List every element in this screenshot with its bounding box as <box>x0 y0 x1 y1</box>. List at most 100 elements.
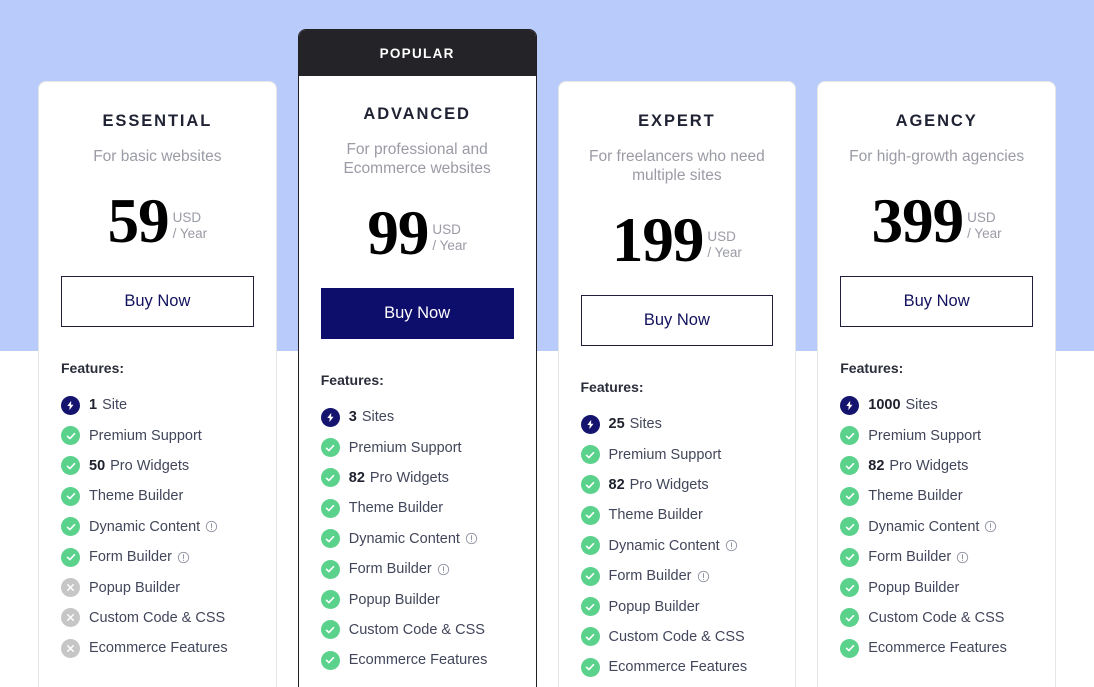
feature-label: Site <box>102 397 128 414</box>
check-circle-icon <box>320 559 340 579</box>
check-circle-icon <box>840 638 860 658</box>
plan-body: AGENCY For high-growth agencies 399 USD / Ye… <box>818 82 1055 672</box>
check-circle-icon <box>61 547 80 567</box>
feature-label: Popup Builder <box>868 579 960 596</box>
cross-circle-icon <box>61 608 80 628</box>
bolt-icon <box>61 395 80 415</box>
check-circle-icon <box>320 438 340 458</box>
price-amount: 99 <box>367 198 429 268</box>
features-list: 25 Sites Premium Support 82 Pro Widgets Theme… <box>580 409 774 687</box>
feature-item: Custom Code & CSS <box>580 622 774 652</box>
feature-text: 50 Pro Widgets <box>89 458 189 474</box>
info-icon[interactable] <box>956 551 969 564</box>
feature-item: Custom Code & CSS <box>840 603 1033 633</box>
plan-body: EXPERT For freelancers who need multiple … <box>559 82 796 687</box>
feature-text: Form Builder <box>868 549 969 565</box>
feature-label: Sites <box>629 416 662 433</box>
feature-item: 1 Site <box>61 390 254 420</box>
buy-now-button[interactable]: Buy Now <box>840 276 1033 327</box>
price-currency: USD <box>432 222 461 237</box>
price-meta: USD / Year <box>173 210 208 242</box>
info-icon[interactable] <box>205 520 218 533</box>
buy-now-button[interactable]: Buy Now <box>320 288 514 339</box>
plan-description: For high-growth agencies <box>849 148 1025 165</box>
feature-label: Premium Support <box>89 427 202 444</box>
info-icon[interactable] <box>725 539 738 552</box>
bolt-icon <box>840 395 860 415</box>
feature-text: Premium Support <box>868 428 981 444</box>
check-circle-icon <box>61 426 80 446</box>
bolt-icon <box>580 414 600 434</box>
plan-price: 59 USD / Year <box>61 190 254 254</box>
feature-label: Pro Widgets <box>369 469 449 486</box>
features-heading: Features: <box>840 360 904 376</box>
plan-description: For freelancers who need multiple sites <box>588 148 765 184</box>
feature-item: 50 Pro Widgets <box>61 451 254 481</box>
check-circle-icon <box>840 456 860 476</box>
feature-label: Ecommerce Features <box>868 640 1007 657</box>
price-amount: 399 <box>871 186 964 256</box>
feature-text: Popup Builder <box>609 599 700 615</box>
feature-item: 1000 Sites <box>840 390 1033 420</box>
plan-name: ESSENTIAL <box>102 112 213 130</box>
info-icon[interactable] <box>697 570 710 583</box>
feature-item: 3 Sites <box>320 402 514 432</box>
feature-text: Popup Builder <box>349 592 440 608</box>
price-period: / Year <box>432 238 467 253</box>
check-circle-icon <box>61 486 80 506</box>
feature-text: Premium Support <box>349 440 462 456</box>
feature-label: Form Builder <box>868 549 952 566</box>
feature-label: Theme Builder <box>89 488 184 505</box>
plan-price: 99 USD / Year <box>321 198 514 268</box>
feature-label: Dynamic Content <box>868 518 980 535</box>
feature-value: 25 <box>608 416 625 433</box>
feature-text: Dynamic Content <box>868 519 997 535</box>
feature-item: Custom Code & CSS <box>61 603 254 633</box>
feature-text: 1000 Sites <box>868 397 938 413</box>
feature-text: Form Builder <box>89 549 190 565</box>
price-meta: USD / Year <box>707 229 742 261</box>
check-circle-icon <box>580 597 600 617</box>
plan-description: For professional and Ecommerce websites <box>343 141 491 177</box>
features-list: 1 Site Premium Support 50 Pro Widgets Theme B… <box>61 390 254 672</box>
feature-text: 82 Pro Widgets <box>349 470 449 486</box>
feature-label: Premium Support <box>348 439 462 456</box>
plan-card-expert: EXPERT For freelancers who need multiple … <box>557 81 797 687</box>
buy-now-button[interactable]: Buy Now <box>580 295 774 346</box>
feature-label: Theme Builder <box>348 500 444 517</box>
feature-label: Sites <box>361 409 395 426</box>
check-circle-icon <box>840 578 860 598</box>
feature-label: Popup Builder <box>348 591 440 608</box>
feature-item: Theme Builder <box>320 493 514 523</box>
feature-item: Form Builder <box>580 561 774 591</box>
feature-value: 82 <box>348 469 365 486</box>
info-icon[interactable] <box>177 551 190 564</box>
plan-price: 199 USD / Year <box>581 209 774 273</box>
info-icon[interactable] <box>984 520 997 533</box>
feature-value: 50 <box>89 457 106 474</box>
check-circle-icon <box>320 468 340 488</box>
feature-item: Theme Builder <box>840 481 1033 511</box>
pricing-table: ESSENTIAL For basic websites 59 USD / Year Bu… <box>0 0 1094 687</box>
feature-item: Popup Builder <box>580 591 774 621</box>
feature-text: Theme Builder <box>349 500 443 516</box>
feature-text: Popup Builder <box>868 580 959 596</box>
feature-label: Ecommerce Features <box>348 652 488 669</box>
buy-now-button[interactable]: Buy Now <box>61 276 254 327</box>
feature-label: Dynamic Content <box>89 518 201 535</box>
info-icon[interactable] <box>465 532 478 545</box>
feature-item: Ecommerce Features <box>840 633 1033 663</box>
feature-text: 25 Sites <box>609 416 662 432</box>
feature-value: 82 <box>608 476 625 493</box>
feature-text: Custom Code & CSS <box>868 610 1004 626</box>
feature-text: Custom Code & CSS <box>609 629 745 645</box>
feature-text: Premium Support <box>89 428 202 444</box>
feature-value: 82 <box>868 457 885 474</box>
feature-label: Premium Support <box>868 427 982 444</box>
check-circle-icon <box>580 475 600 495</box>
feature-text: Ecommerce Features <box>89 640 228 656</box>
feature-label: Dynamic Content <box>608 537 720 554</box>
plan-name: EXPERT <box>638 112 716 130</box>
info-icon[interactable] <box>437 563 450 576</box>
feature-text: 82 Pro Widgets <box>609 477 709 493</box>
